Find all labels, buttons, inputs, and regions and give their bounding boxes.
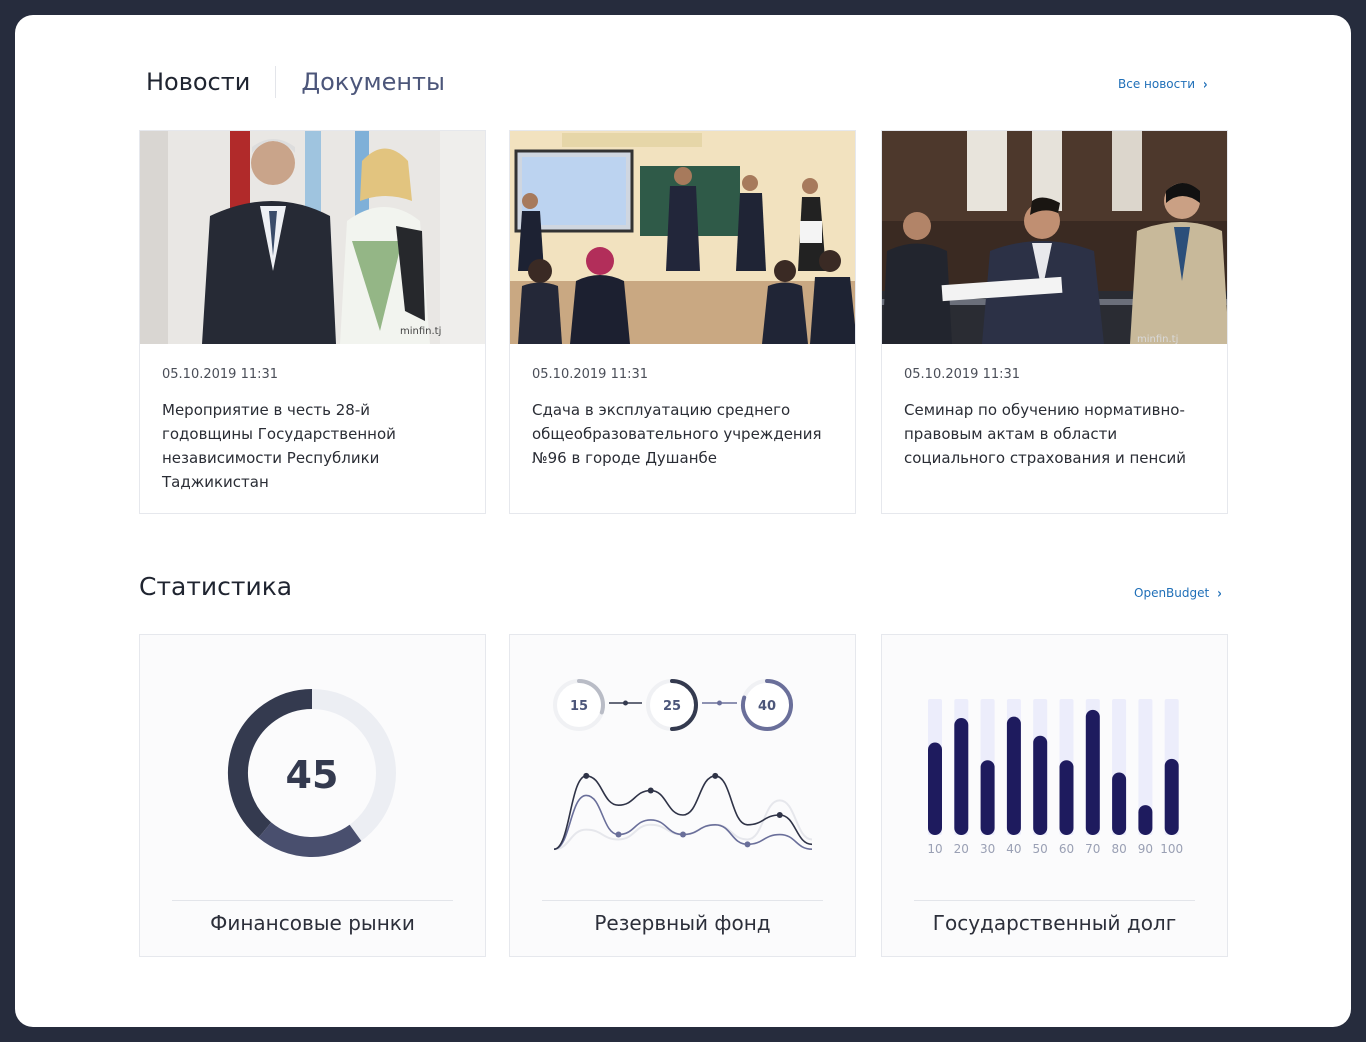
stat-card-public-debt[interactable]: 10 20 30 40 50 60 70 80 90 100 Государственный до… [881, 634, 1228, 957]
chevron-right-icon: › [1217, 584, 1222, 602]
news-title[interactable]: Мероприятие в честь 28-й годовщины Госуд… [162, 398, 463, 494]
line-point [615, 831, 622, 838]
bar [1006, 716, 1021, 835]
step-value: 25 [663, 699, 681, 714]
stat-card-financial-markets[interactable]: 45 Финансовые рынки [139, 634, 486, 957]
news-date: 05.10.2019 11:31 [532, 367, 649, 382]
news-photo-2-illustration [510, 131, 855, 344]
bar [928, 742, 942, 835]
tab-divider [275, 66, 277, 98]
line-chart [553, 772, 813, 851]
bar-axis-label: 10 [927, 842, 942, 856]
line-point [647, 787, 654, 794]
bar [1033, 735, 1048, 835]
bar [980, 760, 995, 835]
bar [1138, 805, 1153, 835]
line-point [744, 841, 751, 848]
news-card-1[interactable]: minfin.tj 05.10.2019 11:31 Мероприятие в… [139, 130, 486, 514]
step-value: 15 [570, 699, 588, 714]
step-connector-dot [717, 700, 722, 706]
chevron-right-icon: › [1203, 75, 1208, 93]
news-title[interactable]: Сдача в эксплуатацию среднего общеобразо… [532, 398, 833, 470]
openbudget-link-label: OpenBudget [1134, 586, 1210, 600]
news-date: 05.10.2019 11:31 [904, 367, 1021, 382]
bar-axis-label: 80 [1111, 842, 1126, 856]
bar-axis-label: 60 [1059, 842, 1074, 856]
news-card-3[interactable]: minfin.tj 05.10.2019 11:31 Семинар по об… [881, 130, 1228, 514]
line-point [712, 772, 719, 779]
news-title[interactable]: Семинар по обучению нормативно-правовым … [904, 398, 1205, 470]
openbudget-link[interactable]: OpenBudget › [1134, 584, 1222, 602]
bar-chart: 10 20 30 40 50 60 70 80 90 100 [927, 699, 1183, 856]
line-series-1 [553, 775, 813, 851]
stat-label: Государственный долг [914, 900, 1195, 935]
page-frame: Новости Документы Все новости › minfin.t… [15, 15, 1351, 1027]
tab-news[interactable]: Новости [146, 65, 250, 99]
bar [954, 718, 969, 835]
news-photo-3-watermark: minfin.tj [1137, 334, 1178, 344]
bar-axis-label: 90 [1138, 842, 1153, 856]
news-tabs: Новости Документы [146, 65, 445, 99]
bar [1112, 772, 1127, 835]
bar-axis-labels: 10 20 30 40 50 60 70 80 90 100 [927, 842, 1183, 856]
step-connector-dot [623, 700, 628, 706]
news-photo-2 [510, 131, 855, 344]
bar-axis-label: 30 [980, 842, 995, 856]
line-series-3 [553, 799, 813, 851]
news-photo-3-illustration: minfin.tj [882, 131, 1227, 344]
donut-segment-light [258, 822, 362, 857]
bar-axis-label: 70 [1085, 842, 1100, 856]
all-news-link[interactable]: Все новости › [1118, 75, 1208, 93]
line-point [776, 812, 783, 818]
news-date: 05.10.2019 11:31 [162, 367, 279, 382]
donut-value: 45 [286, 753, 339, 797]
bar-axis-label: 50 [1033, 842, 1048, 856]
bar-axis-label: 100 [1160, 842, 1183, 856]
news-photo-1-watermark: minfin.tj [400, 326, 441, 337]
step-value: 40 [758, 699, 776, 714]
reserve-fund-chart: 15 25 40 [553, 679, 813, 851]
stat-label: Резервный фонд [542, 900, 823, 935]
news-card-2[interactable]: 05.10.2019 11:31 Сдача в эксплуатацию ср… [509, 130, 856, 514]
tab-documents[interactable]: Документы [301, 65, 445, 99]
news-photo-1-illustration: minfin.tj [140, 131, 485, 344]
news-photo-3: minfin.tj [882, 131, 1227, 344]
step-indicators: 15 25 40 [553, 679, 793, 731]
news-photo-1: minfin.tj [140, 131, 485, 344]
stat-label: Финансовые рынки [172, 900, 453, 935]
donut-chart: 45 [228, 689, 396, 857]
bar [1164, 758, 1179, 835]
all-news-link-label: Все новости [1118, 77, 1196, 91]
bar [1085, 709, 1100, 835]
stat-card-reserve-fund[interactable]: 15 25 40 Резервный фонд [509, 634, 856, 957]
line-point [680, 831, 686, 838]
bar-axis-label: 20 [954, 842, 969, 856]
bar [1059, 760, 1074, 835]
bar-axis-label: 40 [1006, 842, 1021, 856]
line-point [583, 772, 590, 779]
bars [928, 699, 1179, 835]
statistics-title: Статистика [139, 572, 293, 601]
